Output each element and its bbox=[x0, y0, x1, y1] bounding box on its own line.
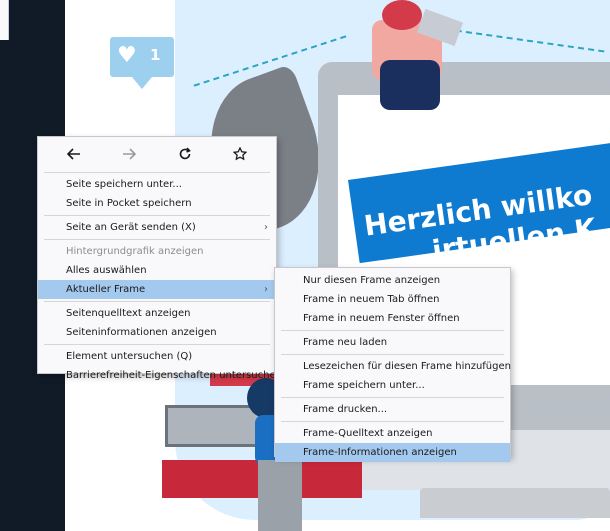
menu-separator bbox=[281, 330, 504, 331]
reload-icon bbox=[179, 146, 191, 159]
context-menu-nav bbox=[38, 137, 276, 170]
menu-separator bbox=[281, 421, 504, 422]
frame-submenu: Nur diesen Frame anzeigen Frame in neuem… bbox=[274, 267, 511, 462]
monitor-foot bbox=[420, 488, 610, 518]
menu-separator bbox=[44, 172, 270, 173]
forward-button[interactable] bbox=[114, 141, 144, 167]
menu-item-send-to-device[interactable]: Seite an Gerät senden (X) › bbox=[38, 218, 276, 237]
submenu-item-bookmark-frame[interactable]: Lesezeichen für diesen Frame hinzufügen bbox=[275, 357, 511, 376]
menu-separator bbox=[281, 354, 504, 355]
submenu-item-print-frame[interactable]: Frame drucken... bbox=[275, 400, 510, 419]
menu-item-save-to-pocket[interactable]: Seite in Pocket speichern bbox=[38, 194, 276, 213]
menu-item-label: Aktueller Frame bbox=[66, 284, 146, 295]
star-icon bbox=[233, 146, 248, 160]
person2-legs bbox=[258, 460, 302, 531]
menu-separator bbox=[44, 344, 270, 345]
person-head bbox=[382, 0, 422, 30]
menu-item-this-frame[interactable]: Aktueller Frame › bbox=[38, 280, 276, 299]
window-edge bbox=[0, 0, 9, 40]
back-button[interactable] bbox=[59, 141, 89, 167]
arrow-left-icon bbox=[66, 147, 80, 160]
menu-item-inspect-accessibility[interactable]: Barrierefreiheit-Eigenschaften untersuch… bbox=[38, 366, 282, 385]
monitor-button bbox=[585, 398, 607, 420]
menu-separator bbox=[281, 397, 504, 398]
submenu-item-reload-frame[interactable]: Frame neu laden bbox=[275, 333, 510, 352]
menu-item-view-page-info[interactable]: Seiteninformationen anzeigen bbox=[38, 323, 276, 342]
menu-separator bbox=[44, 301, 270, 302]
menu-item-view-background-image[interactable]: Hintergrundgrafik anzeigen bbox=[38, 242, 276, 261]
submenu-item-open-frame-new-tab[interactable]: Frame in neuem Tab öffnen bbox=[275, 290, 510, 309]
arrow-right-icon bbox=[123, 147, 137, 160]
like-count: 1 bbox=[150, 46, 161, 64]
submenu-item-view-frame-info[interactable]: Frame-Informationen anzeigen bbox=[275, 443, 510, 462]
menu-item-inspect-element[interactable]: Element untersuchen (Q) bbox=[38, 347, 276, 366]
menu-item-save-page[interactable]: Seite speichern unter... bbox=[38, 175, 276, 194]
menu-item-select-all[interactable]: Alles auswählen bbox=[38, 261, 276, 280]
menu-item-view-page-source[interactable]: Seitenquelltext anzeigen bbox=[38, 304, 276, 323]
submenu-item-show-only-frame[interactable]: Nur diesen Frame anzeigen bbox=[275, 271, 510, 290]
person-legs bbox=[380, 60, 440, 110]
submenu-item-view-frame-source[interactable]: Frame-Quelltext anzeigen bbox=[275, 424, 510, 443]
menu-separator bbox=[44, 215, 270, 216]
heart-icon: ♥ bbox=[117, 43, 137, 68]
context-menu: Seite speichern unter... Seite in Pocket… bbox=[37, 136, 282, 381]
chevron-right-icon: › bbox=[264, 284, 268, 295]
menu-separator bbox=[44, 239, 270, 240]
submenu-item-open-frame-new-window[interactable]: Frame in neuem Fenster öffnen bbox=[275, 309, 510, 328]
reload-button[interactable] bbox=[170, 141, 200, 167]
chevron-right-icon: › bbox=[264, 222, 268, 233]
menu-item-label: Seite an Gerät senden (X) bbox=[66, 222, 196, 233]
bookmark-button[interactable] bbox=[225, 141, 255, 167]
submenu-item-save-frame[interactable]: Frame speichern unter... bbox=[275, 376, 510, 395]
